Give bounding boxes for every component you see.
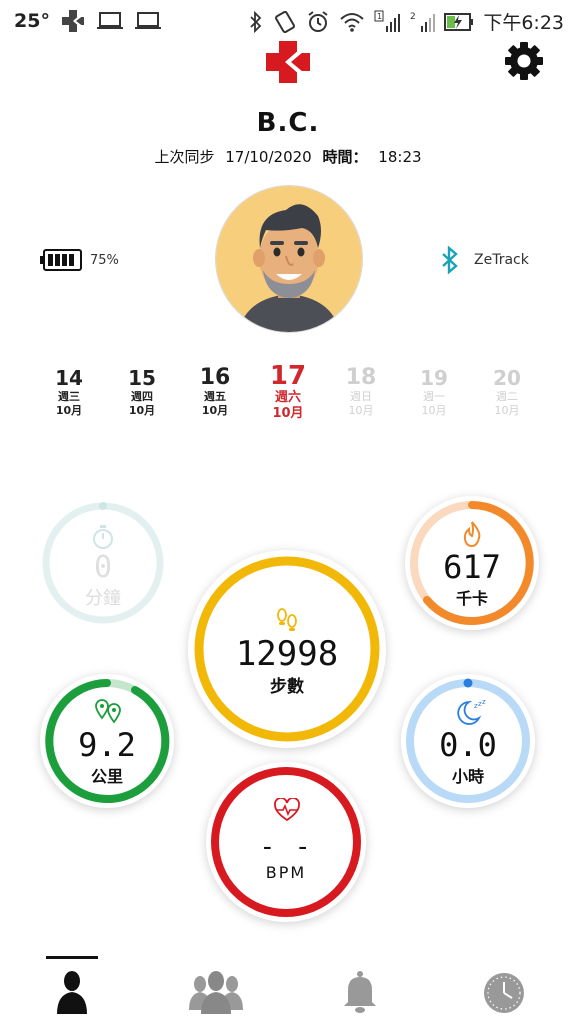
date-day: 14 bbox=[55, 366, 83, 390]
calories-unit: 千卡 bbox=[455, 589, 488, 608]
steps-value: 12998 bbox=[235, 634, 339, 674]
svg-text:2: 2 bbox=[410, 12, 416, 22]
heart-pulse-icon bbox=[274, 798, 300, 822]
brand-logo-icon bbox=[266, 41, 310, 83]
last-sync-info: 上次同步 17/10/2020 時間： 18:23 bbox=[0, 146, 576, 167]
status-bar: 25° 1 2 下午6:23 bbox=[0, 0, 576, 40]
date-day: 17 bbox=[269, 361, 307, 391]
status-right: 1 2 下午6:23 bbox=[248, 8, 564, 35]
calories-value: 617 bbox=[443, 548, 501, 586]
active-time-ring[interactable]: 0 分鐘 bbox=[40, 500, 166, 626]
map-pin-icon bbox=[95, 699, 121, 724]
signal-sim2-icon: 2 bbox=[410, 12, 436, 32]
tab-friends[interactable] bbox=[166, 950, 266, 1024]
distance-ring[interactable]: 9.2 公里 bbox=[40, 674, 174, 808]
date-day: 16 bbox=[199, 365, 231, 390]
laptop-icon bbox=[96, 12, 123, 29]
user-name: B.C. bbox=[256, 108, 320, 138]
date-item-selected[interactable]: 17 週六 10月 bbox=[251, 362, 325, 422]
sync-time: 18:23 bbox=[378, 148, 422, 166]
date-item: 19 週一 10月 bbox=[397, 366, 471, 418]
date-item[interactable]: 14 週三 10月 bbox=[32, 366, 106, 418]
date-month: 10月 bbox=[201, 404, 229, 417]
tab-notifications[interactable] bbox=[310, 950, 410, 1024]
date-month: 10月 bbox=[55, 404, 83, 417]
moon-sleep-icon: z z z bbox=[457, 698, 486, 725]
date-weekday: 週四 bbox=[131, 390, 153, 403]
tab-history[interactable] bbox=[454, 950, 554, 1024]
date-weekday: 週日 bbox=[350, 390, 372, 403]
stopwatch-icon bbox=[93, 525, 113, 549]
date-weekday: 週二 bbox=[496, 390, 518, 403]
status-left: 25° bbox=[14, 8, 162, 34]
alarm-icon bbox=[308, 10, 328, 32]
sleep-ring[interactable]: z z z 0.0 小時 bbox=[401, 674, 535, 808]
avatar-illustration bbox=[216, 186, 362, 332]
heart-rate-ring[interactable]: - - BPM bbox=[206, 762, 366, 922]
date-selector: 14 週三 10月 15 週四 10月 16 週五 10月 17 週六 10月 … bbox=[32, 362, 544, 446]
footprints-icon bbox=[277, 608, 297, 631]
sync-time-label: 時間： bbox=[322, 148, 368, 166]
battery-charging-icon bbox=[444, 12, 474, 31]
date-weekday: 週一 bbox=[423, 390, 445, 403]
app-logo-icon bbox=[61, 10, 84, 32]
date-weekday: 週三 bbox=[58, 390, 80, 403]
battery-icon bbox=[40, 249, 82, 271]
avatar[interactable] bbox=[215, 185, 363, 333]
sync-date: 17/10/2020 bbox=[225, 148, 312, 166]
bluetooth-icon bbox=[442, 246, 458, 274]
sleep-value: 0.0 bbox=[439, 726, 497, 764]
heart-rate-unit: BPM bbox=[265, 863, 307, 882]
svg-text:1: 1 bbox=[377, 12, 382, 21]
wifi-icon bbox=[340, 12, 365, 32]
group-icon bbox=[189, 971, 243, 1014]
distance-value: 9.2 bbox=[78, 726, 136, 764]
date-month: 10月 bbox=[421, 404, 447, 417]
calories-ring[interactable]: 617 千卡 bbox=[405, 496, 539, 630]
battery-percent: 75% bbox=[90, 252, 119, 268]
vibrate-icon bbox=[275, 10, 296, 33]
date-item[interactable]: 16 週五 10月 bbox=[178, 366, 252, 418]
sleep-unit: 小時 bbox=[451, 767, 484, 786]
steps-ring[interactable]: 12998 步數 bbox=[188, 550, 386, 748]
clock: 下午6:23 bbox=[483, 12, 564, 34]
device-name: ZeTrack bbox=[474, 252, 529, 268]
date-day: 19 bbox=[420, 366, 448, 390]
bell-icon bbox=[344, 971, 376, 1013]
svg-text:z: z bbox=[482, 698, 486, 706]
sync-label: 上次同步 bbox=[154, 148, 215, 166]
date-item: 20 週二 10月 bbox=[470, 366, 544, 418]
settings-gear-icon[interactable] bbox=[503, 40, 545, 82]
bluetooth-icon bbox=[250, 10, 262, 33]
device-battery: 75% bbox=[40, 249, 119, 271]
date-weekday: 週六 bbox=[274, 390, 301, 405]
active-time-unit: 分鐘 bbox=[85, 588, 121, 609]
signal-sim1-icon: 1 bbox=[374, 10, 401, 32]
clock-icon bbox=[484, 973, 524, 1013]
date-month: 10月 bbox=[348, 404, 374, 417]
steps-unit: 步數 bbox=[270, 677, 304, 697]
date-weekday: 週五 bbox=[204, 390, 226, 403]
bottom-nav bbox=[0, 950, 576, 1024]
active-time-value: 0 bbox=[93, 550, 113, 585]
date-item[interactable]: 15 週四 10月 bbox=[105, 366, 179, 418]
date-item: 18 週日 10月 bbox=[324, 366, 398, 418]
date-day: 20 bbox=[493, 366, 521, 390]
date-month: 10月 bbox=[494, 404, 520, 417]
tab-profile[interactable] bbox=[22, 950, 122, 1024]
heart-rate-value: - - bbox=[259, 832, 313, 862]
date-day: 18 bbox=[345, 365, 377, 390]
temperature: 25° bbox=[14, 10, 50, 32]
person-icon bbox=[57, 971, 87, 1014]
device-connection[interactable]: ZeTrack bbox=[440, 246, 529, 274]
date-day: 15 bbox=[128, 366, 156, 390]
flame-icon bbox=[463, 521, 481, 548]
date-month: 10月 bbox=[272, 406, 304, 421]
date-month: 10月 bbox=[128, 404, 156, 417]
laptop-icon bbox=[134, 12, 161, 29]
distance-unit: 公里 bbox=[90, 767, 123, 786]
